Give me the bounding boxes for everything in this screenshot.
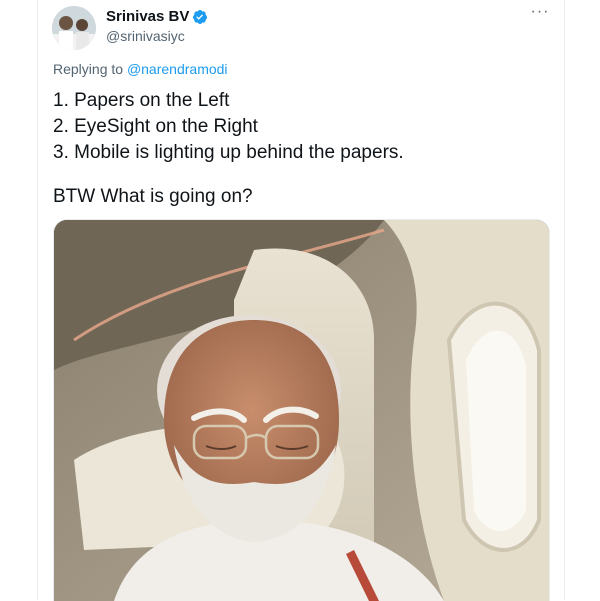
tweet-line-2: 2. EyeSight on the Right	[53, 116, 258, 137]
tweet-line-3: 3. Mobile is lighting up behind the pape…	[53, 142, 404, 163]
reply-mention-link[interactable]: @narendramodi	[127, 61, 228, 77]
author-avatar[interactable]	[52, 6, 96, 50]
tweet-photo-illustration	[54, 220, 549, 601]
user-avatar-icon	[52, 6, 96, 50]
tweet-text: 1. Papers on the Left 2. EyeSight on the…	[53, 88, 543, 210]
tweet-photo[interactable]	[53, 219, 550, 601]
author-handle[interactable]: @srinivasiyc	[106, 28, 185, 44]
verified-badge-icon	[193, 9, 208, 24]
reply-prefix: Replying to	[53, 61, 124, 77]
tweet-closing-line: BTW What is going on?	[53, 186, 253, 207]
more-options-icon[interactable]: ···	[528, 4, 552, 24]
author-name[interactable]: Srinivas BV	[106, 8, 189, 25]
author-name-row[interactable]: Srinivas BV	[106, 8, 208, 25]
tweet-line-1: 1. Papers on the Left	[53, 90, 230, 111]
reply-context: Replying to @narendramodi	[53, 61, 228, 77]
